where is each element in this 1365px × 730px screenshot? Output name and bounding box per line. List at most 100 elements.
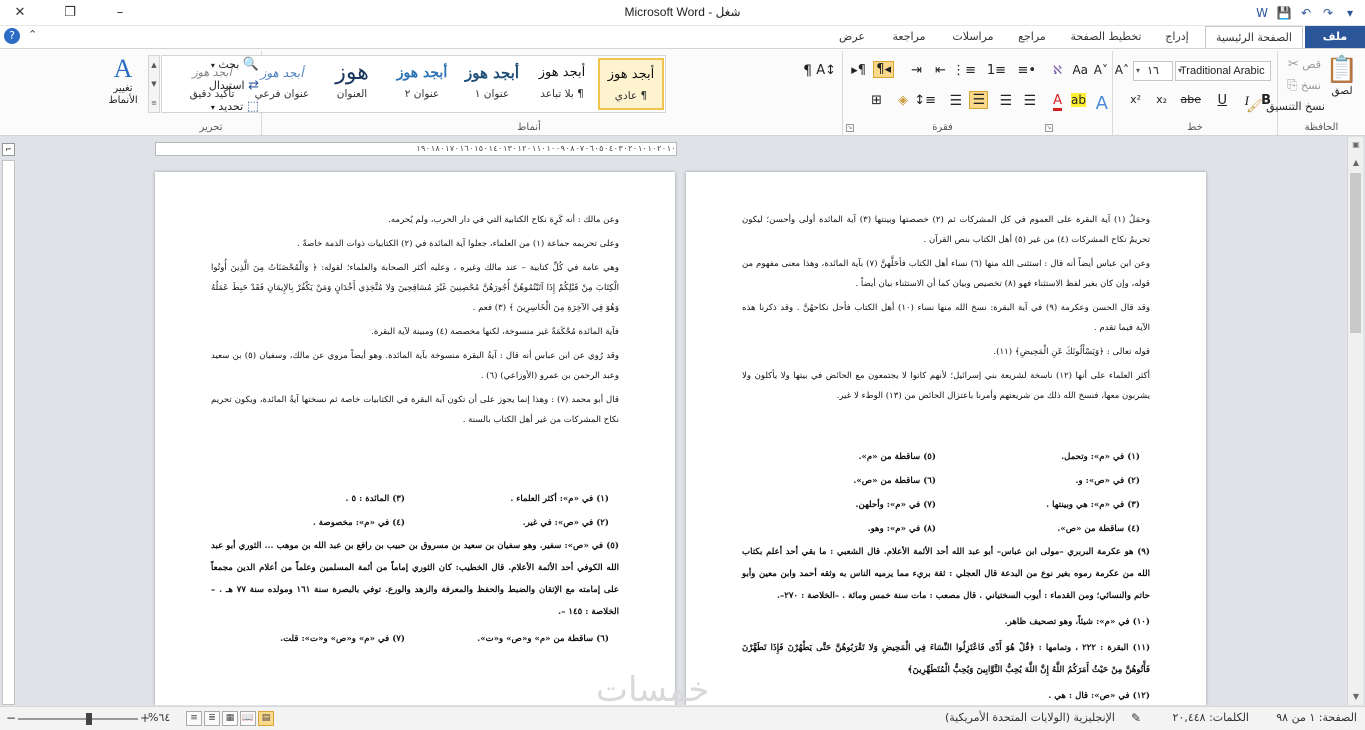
paragraph[interactable]: وعلى تحريمه جماعة (١) من العلماء، جعلوا … bbox=[211, 234, 619, 254]
footnote[interactable]: (٢) في «ص»: في غير. bbox=[415, 511, 619, 535]
help-icon[interactable]: ? bbox=[4, 28, 20, 44]
increase-indent-icon[interactable]: ⇥ bbox=[911, 63, 922, 78]
shrink-font-button[interactable]: A˅ bbox=[1094, 63, 1108, 77]
superscript-button[interactable]: x² bbox=[1130, 93, 1141, 106]
tab-mailings[interactable]: مراسلات bbox=[945, 26, 1001, 48]
zoom-out-icon[interactable]: − bbox=[6, 711, 16, 725]
proofing-icon[interactable]: ✎ bbox=[1131, 711, 1141, 725]
highlight-color-icon[interactable]: ab bbox=[1071, 93, 1086, 107]
word-count[interactable]: الكلمات: ٢٠,٤٤٨ bbox=[1173, 711, 1249, 724]
font-color-icon[interactable]: A bbox=[1053, 93, 1062, 111]
change-case-button[interactable]: Aa bbox=[1072, 63, 1088, 77]
page-left[interactable]: وعن مالك : أنه كَرِهَ نكاح الكتابية التي… bbox=[155, 172, 675, 705]
paragraph[interactable]: قال أبو محمد (٧) : وهذا إنما يجوز على أن… bbox=[211, 390, 619, 430]
footnote[interactable]: (٥) ساقطة من «م». bbox=[742, 445, 946, 469]
document-area[interactable]: وحمَلُ (١) آية البقرة على العموم في كل ا… bbox=[17, 160, 1345, 705]
change-styles-button[interactable]: A تغيير الأنماط bbox=[102, 55, 144, 107]
find-button[interactable]: 🔍 بحث ▾ bbox=[211, 55, 259, 75]
select-button[interactable]: ⬚ تحديد ▾ bbox=[211, 97, 259, 117]
replace-button[interactable]: ⇄ استبدال bbox=[209, 76, 259, 96]
style-heading-1[interactable]: أبجد هوز عنوان ١ bbox=[459, 58, 525, 110]
footnote[interactable]: (٦) ساقطة من «م» و«ص» و«ت». bbox=[415, 627, 619, 651]
align-center-icon[interactable]: ☰ bbox=[999, 93, 1012, 109]
style-title[interactable]: هوز العنوان bbox=[319, 58, 385, 110]
footnote[interactable]: (٤) ساقطة من «ص». bbox=[946, 517, 1150, 541]
grow-font-button[interactable]: A˄ bbox=[1115, 63, 1129, 77]
horizontal-ruler[interactable]: ١٩٠١٨٠١٧٠١٦٠١٥٠١٤٠١٣٠١٢٠١١٠١٠٠٩٠٨٠٧٠٦٠٥٠… bbox=[155, 142, 677, 156]
italic-button[interactable]: I bbox=[1245, 93, 1249, 109]
tab-stop-selector[interactable]: ⌐ bbox=[2, 143, 15, 156]
tab-home[interactable]: الصفحة الرئيسية bbox=[1205, 26, 1303, 48]
gallery-up-icon[interactable]: ▲ bbox=[149, 56, 159, 75]
footnote[interactable]: (٦) ساقطة من «ص». bbox=[742, 469, 946, 493]
style-normal[interactable]: أبجد هوز ¶ عادي bbox=[598, 58, 664, 110]
print-layout-view-button[interactable]: ▤ bbox=[258, 711, 274, 726]
paste-button[interactable]: 📋 لصق bbox=[1325, 55, 1359, 97]
style-heading-2[interactable]: أبجد هوز عنوان ٢ bbox=[389, 58, 455, 110]
footnote[interactable]: (١) في «م»: وتحمل. bbox=[946, 445, 1150, 469]
paragraph[interactable]: وهي عامة في كُلِّ كتابية – عند مالك وغير… bbox=[211, 258, 619, 318]
borders-icon[interactable]: ⊞ bbox=[871, 93, 882, 108]
numbering-icon[interactable]: 1≡ bbox=[987, 63, 1006, 78]
ruler-toggle-icon[interactable]: ▣ bbox=[1348, 137, 1364, 153]
footnote[interactable]: (١٠) في «م»: شيئاً، وهو تصحيف ظاهر. bbox=[742, 611, 1150, 633]
tab-review[interactable]: مراجعة bbox=[881, 26, 937, 48]
show-marks-icon[interactable]: ¶ bbox=[803, 63, 812, 79]
zoom-level[interactable]: ٦٤% bbox=[148, 711, 170, 724]
close-window-button[interactable]: ✕ bbox=[0, 0, 40, 26]
footnote[interactable]: (٣) في «م»: هي وبينتها . bbox=[946, 493, 1150, 517]
paragraph[interactable]: وقد قال الحسن وعكرمة (٩) في آية البقرة: … bbox=[742, 298, 1150, 338]
paragraph[interactable]: وعن ابن عباس أيضاً أنه قال : استثنى الله… bbox=[742, 254, 1150, 294]
chevron-down-icon[interactable]: ▾ bbox=[1136, 62, 1140, 80]
font-dialog-launcher-icon[interactable]: ↘ bbox=[1045, 124, 1053, 132]
minimize-window-button[interactable]: – bbox=[100, 0, 140, 26]
footnote[interactable]: (٥) في «ص»: سفير. وهو سفيان بن سعيد بن م… bbox=[211, 535, 619, 623]
gallery-scroll[interactable]: ▲ ▼ ≡ bbox=[148, 55, 160, 113]
ltr-direction-button[interactable]: ▸¶ bbox=[851, 63, 866, 78]
sort-icon[interactable]: A↕ bbox=[816, 63, 836, 78]
subscript-button[interactable]: x₂ bbox=[1156, 93, 1167, 106]
cut-button[interactable]: قص ✂ bbox=[1288, 55, 1321, 75]
tab-view[interactable]: عرض bbox=[829, 26, 875, 48]
footnote[interactable]: (٧) في «م» و«ص» و«ت»: قلت. bbox=[211, 627, 415, 651]
scroll-down-icon[interactable]: ▼ bbox=[1348, 689, 1364, 705]
paragraph[interactable]: وعن مالك : أنه كَرِهَ نكاح الكتابية التي… bbox=[211, 210, 619, 230]
strikethrough-button[interactable]: abe bbox=[1181, 93, 1202, 106]
paragraph[interactable]: قوله تعالى : ﴿وَيَسْأَلُونَكَ عَنِ الْمَ… bbox=[742, 342, 1150, 362]
multilevel-list-icon[interactable]: ⋮≡ bbox=[952, 63, 976, 78]
align-right-icon[interactable]: ☰ bbox=[1023, 93, 1036, 109]
footnote[interactable]: (٧) في «م»: وأحلهن. bbox=[742, 493, 946, 517]
web-layout-view-button[interactable]: ▦ bbox=[222, 711, 238, 726]
tab-references[interactable]: مراجع bbox=[1004, 26, 1060, 48]
scroll-up-icon[interactable]: ▲ bbox=[1348, 155, 1364, 171]
tab-page-layout[interactable]: تخطيط الصفحة bbox=[1063, 26, 1149, 48]
footnote[interactable]: (١) في «م»: أكثر العلماء . bbox=[415, 487, 619, 511]
outline-view-button[interactable]: ≣ bbox=[204, 711, 220, 726]
zoom-slider[interactable] bbox=[18, 718, 138, 720]
footnote[interactable]: (٩) هو عكرمة البربري –مولى ابن عباس– أبو… bbox=[742, 541, 1150, 607]
text-effects-icon[interactable]: A bbox=[1096, 93, 1108, 114]
font-size-field[interactable]: ١٦ ▾ bbox=[1133, 61, 1173, 81]
bold-button[interactable]: B bbox=[1261, 93, 1271, 108]
footnote[interactable]: (٨) في «م»: وهو. bbox=[742, 517, 946, 541]
paragraph[interactable]: فآية المائدة مُحْكَمَةٌ غير منسوخة، لكنه… bbox=[211, 322, 619, 342]
clear-format-icon[interactable]: ℵ bbox=[1053, 63, 1062, 77]
copy-button[interactable]: نسخ ⎘ bbox=[1287, 76, 1321, 96]
language[interactable]: الإنجليزية (الولايات المتحدة الأمريكية) bbox=[945, 711, 1115, 724]
vertical-scrollbar[interactable]: ▣ ▲ ▼ bbox=[1347, 137, 1363, 705]
draft-view-button[interactable]: ≡ bbox=[186, 711, 202, 726]
page-right[interactable]: وحمَلُ (١) آية البقرة على العموم في كل ا… bbox=[686, 172, 1206, 705]
gallery-more-icon[interactable]: ≡ bbox=[149, 94, 159, 113]
rtl-direction-button[interactable]: ¶◂ bbox=[873, 61, 894, 78]
footnote[interactable]: (٢) في «ص»: و. bbox=[946, 469, 1150, 493]
decrease-indent-icon[interactable]: ⇤ bbox=[935, 63, 946, 78]
rtl-bullets-icon[interactable]: ≡• bbox=[1017, 63, 1036, 78]
paragraph[interactable]: وقد رُوي عن ابن عباس أنه قال : آيةُ البق… bbox=[211, 346, 619, 386]
page-right-content[interactable]: وحمَلُ (١) آية البقرة على العموم في كل ا… bbox=[742, 210, 1150, 705]
page-left-content[interactable]: وعن مالك : أنه كَرِهَ نكاح الكتابية التي… bbox=[211, 210, 619, 651]
footnote[interactable]: (١٢) في «ص»: قال : هي . bbox=[742, 685, 1150, 705]
justify-icon[interactable]: ☰ bbox=[949, 93, 962, 109]
tab-insert[interactable]: إدراج bbox=[1154, 26, 1200, 48]
chevron-down-icon[interactable]: ▾ bbox=[1178, 62, 1182, 80]
scroll-thumb[interactable] bbox=[1350, 173, 1361, 333]
